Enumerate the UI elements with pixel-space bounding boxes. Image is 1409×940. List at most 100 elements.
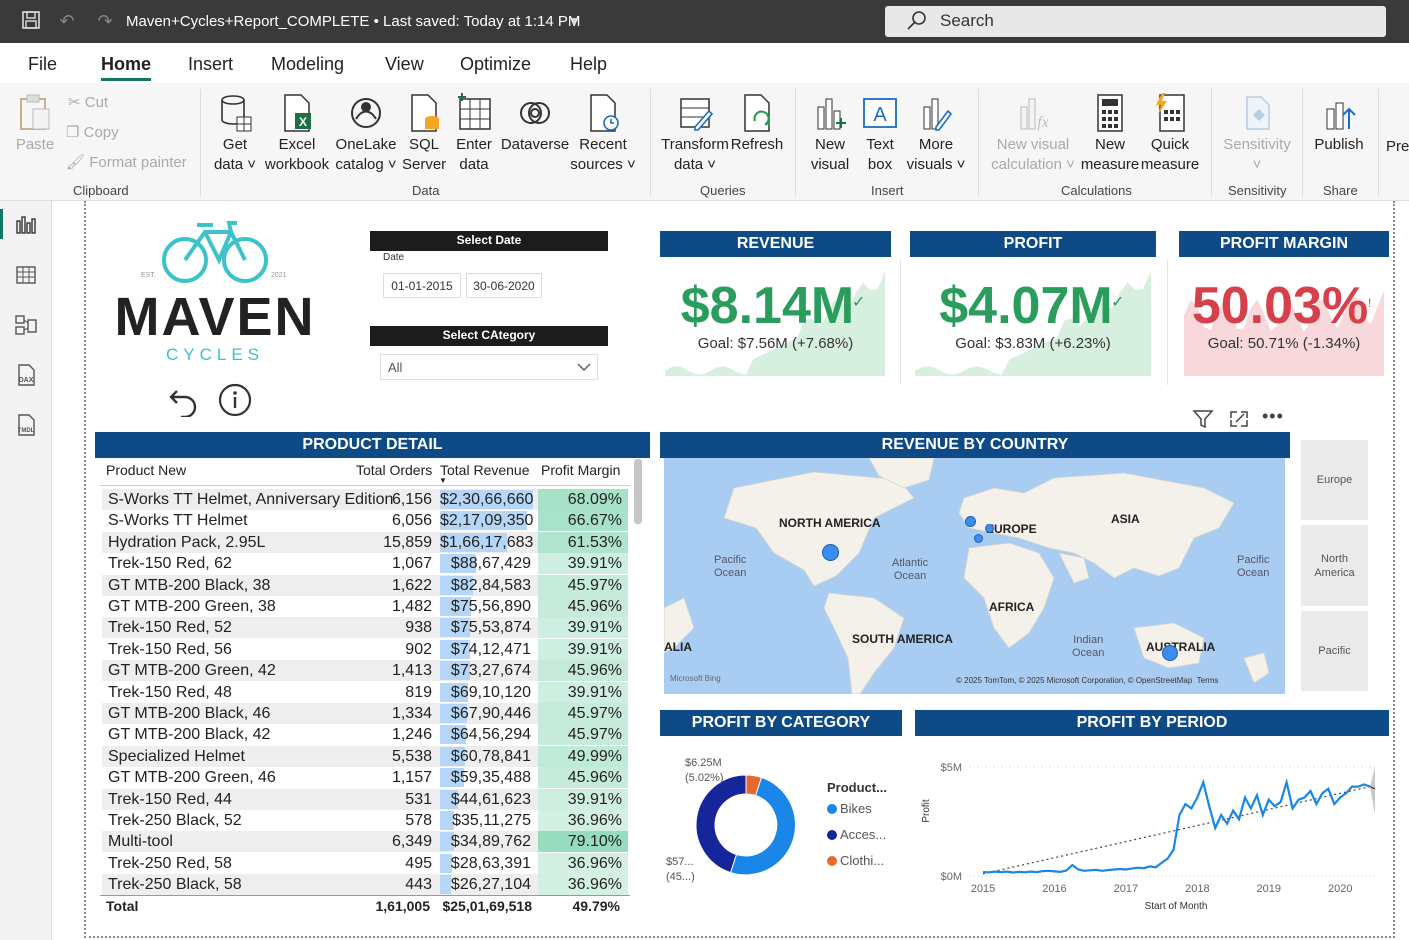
- refresh-button[interactable]: Refresh: [730, 93, 784, 155]
- onelake-catalog-button[interactable]: OneLake catalog ˅: [334, 93, 398, 175]
- table-row[interactable]: Trek-150 Red, 44 531 $44,61,623 39.91%: [102, 788, 628, 810]
- map-attribution[interactable]: © 2025 TomTom, © 2025 Microsoft Corporat…: [956, 676, 1218, 685]
- format-painter-icon: 🖌: [66, 154, 86, 171]
- legend-item[interactable]: Clothi...: [827, 853, 907, 879]
- bubble-united-kingdom[interactable]: [965, 516, 976, 527]
- sensitivity-button[interactable]: Sensitivity ˅: [1220, 93, 1294, 175]
- table-row[interactable]: Multi-tool 6,349 $34,89,762 79.10%: [102, 831, 628, 853]
- info-button[interactable]: [218, 383, 252, 417]
- profit-by-period-chart[interactable]: $5M $0M 2015 2016 2017 2018 2019 2020 Start of M…: [915, 745, 1385, 915]
- undo-icon[interactable]: ↶: [56, 10, 78, 32]
- table-row[interactable]: Trek-250 Black, 52 578 $35,11,275 36.96%: [102, 810, 628, 831]
- svg-text:X: X: [299, 115, 307, 129]
- table-row[interactable]: GT MTB-200 Green, 42 1,413 $73,27,674 45.96…: [102, 660, 628, 682]
- more-options-icon[interactable]: •••: [1262, 406, 1284, 427]
- dax-query-view-icon[interactable]: DAX: [12, 363, 40, 391]
- focus-mode-icon[interactable]: [1228, 408, 1250, 435]
- title-dropdown-icon[interactable]: ▼: [564, 10, 586, 32]
- table-row[interactable]: GT MTB-200 Black, 38 1,622 $82,84,583 45.97…: [102, 574, 628, 596]
- back-button[interactable]: [167, 383, 201, 419]
- paste-button[interactable]: Paste: [14, 93, 56, 155]
- transform-data-button[interactable]: Transform data ˅: [660, 93, 730, 175]
- table-row[interactable]: GT MTB-200 Green, 46 1,157 $59,35,488 45.96…: [102, 767, 628, 789]
- table-row[interactable]: Trek-150 Red, 62 1,067 $88,67,429 39.91%: [102, 553, 628, 575]
- table-scrollbar[interactable]: [634, 459, 642, 524]
- table-row[interactable]: Specialized Helmet 5,538 $60,78,841 49.99%: [102, 745, 628, 767]
- table-row[interactable]: GT MTB-200 Green, 38 1,482 $75,56,890 45.96…: [102, 596, 628, 617]
- save-icon[interactable]: [20, 10, 42, 32]
- sort-descending-icon: ▼: [439, 476, 447, 485]
- recent-sources-button[interactable]: Recent sources ˅: [570, 93, 636, 175]
- document-title[interactable]: Maven+Cycles+Report_COMPLETE • Last save…: [126, 13, 580, 30]
- format-painter-button[interactable]: 🖌 Format painter: [66, 153, 187, 171]
- table-row[interactable]: Trek-150 Red, 52 938 $75,53,874 39.91%: [102, 617, 628, 639]
- table-row[interactable]: S-Works TT Helmet, Anniversary Edition 6,…: [102, 489, 628, 510]
- get-data-button[interactable]: Get data ˅: [212, 93, 258, 175]
- ribbon-overflow-button[interactable]: Pre: [1386, 137, 1409, 157]
- copy-button[interactable]: ❐ Copy: [66, 123, 119, 141]
- search-box[interactable]: Search: [885, 6, 1386, 37]
- menu-help[interactable]: Help: [570, 54, 607, 75]
- svg-text:TMDL: TMDL: [18, 428, 35, 434]
- dataverse-button[interactable]: Dataverse: [500, 93, 570, 155]
- excel-workbook-button[interactable]: X Excel workbook: [262, 93, 332, 175]
- menu-home[interactable]: Home: [101, 54, 152, 81]
- new-measure-button[interactable]: New measure: [1080, 93, 1140, 175]
- more-visuals-button[interactable]: More visuals ˅: [906, 93, 966, 175]
- region-tile-pacific[interactable]: Pacific: [1301, 611, 1368, 691]
- filter-icon[interactable]: [1192, 408, 1214, 435]
- bubble-united-states[interactable]: [822, 544, 839, 561]
- table-row[interactable]: Hydration Pack, 2.95L 15,859 $1,66,17,683 6…: [102, 531, 628, 553]
- menu-file[interactable]: File: [28, 54, 57, 75]
- table-row[interactable]: Trek-150 Red, 56 902 $74,12,471 39.91%: [102, 638, 628, 660]
- publish-button[interactable]: Publish: [1310, 93, 1368, 155]
- quick-measure-button[interactable]: Quick measure: [1140, 93, 1200, 175]
- get-data-label-2: data ˅: [213, 156, 257, 173]
- date-from-input[interactable]: 01-01-2015: [383, 273, 461, 298]
- menu-view[interactable]: View: [385, 54, 424, 75]
- menu-modeling[interactable]: Modeling: [271, 54, 344, 75]
- product-detail-header: PRODUCT DETAIL: [95, 432, 650, 458]
- recent-sources-icon: [590, 94, 619, 132]
- world-map[interactable]: NORTH AMERICA EUROPE ASIA AFRICA SOUTH A…: [664, 458, 1285, 694]
- table-row[interactable]: S-Works TT Helmet 6,056 $2,17,09,350 66.67%: [102, 510, 628, 532]
- sql-server-button[interactable]: SQL Server: [402, 93, 446, 175]
- bubble-france[interactable]: [974, 534, 983, 543]
- text-box-button[interactable]: A Text box: [858, 93, 902, 175]
- redo-icon[interactable]: ↷: [94, 10, 116, 32]
- bubble-germany[interactable]: [985, 524, 994, 533]
- table-row[interactable]: Trek-150 Red, 48 819 $69,10,120 39.91%: [102, 681, 628, 703]
- new-visual-button[interactable]: New visual: [808, 93, 852, 175]
- cell-orders: 495: [405, 854, 432, 872]
- cut-button[interactable]: ✂ Cut: [68, 93, 108, 111]
- tmdl-view-icon[interactable]: TMDL: [12, 413, 40, 441]
- visual-calc-label-1: New visual: [996, 136, 1070, 153]
- col-total-orders[interactable]: Total Orders: [356, 462, 432, 478]
- warning-icon: !: [1368, 296, 1372, 310]
- recent-label-2: sources ˅: [570, 156, 636, 173]
- table-view-icon[interactable]: [12, 263, 40, 291]
- cell-revenue: $59,35,488: [440, 767, 533, 788]
- table-row[interactable]: Trek-250 Red, 58 495 $28,63,391 36.96%: [102, 852, 628, 874]
- legend-item[interactable]: Acces...: [827, 827, 907, 853]
- category-dropdown[interactable]: All: [380, 354, 598, 380]
- col-total-revenue[interactable]: Total Revenue: [440, 462, 530, 478]
- new-visual-calculation-button[interactable]: fx New visual calculation ˅: [988, 93, 1078, 175]
- new-visual-label-1: New: [814, 136, 845, 153]
- report-view-icon[interactable]: [12, 213, 40, 241]
- col-profit-margin[interactable]: Profit Margin: [541, 462, 620, 478]
- bubble-australia[interactable]: [1162, 645, 1178, 661]
- date-to-input[interactable]: 30-06-2020: [466, 273, 542, 298]
- region-tile-north-america[interactable]: North America: [1301, 525, 1368, 606]
- table-row[interactable]: Trek-250 Black, 58 443 $26,27,104 36.96%: [102, 874, 628, 896]
- menu-insert[interactable]: Insert: [188, 54, 233, 75]
- col-product[interactable]: Product New: [106, 462, 186, 478]
- model-view-icon[interactable]: [12, 313, 40, 341]
- back-arrow-icon: [169, 390, 197, 419]
- legend-item[interactable]: Bikes: [827, 801, 907, 827]
- region-tile-europe[interactable]: Europe: [1301, 440, 1368, 520]
- table-row[interactable]: GT MTB-200 Black, 46 1,334 $67,90,446 45.97…: [102, 703, 628, 724]
- table-row[interactable]: GT MTB-200 Black, 42 1,246 $64,56,294 45.97…: [102, 724, 628, 746]
- menu-optimize[interactable]: Optimize: [460, 54, 531, 75]
- enter-data-button[interactable]: Enter data: [452, 93, 496, 175]
